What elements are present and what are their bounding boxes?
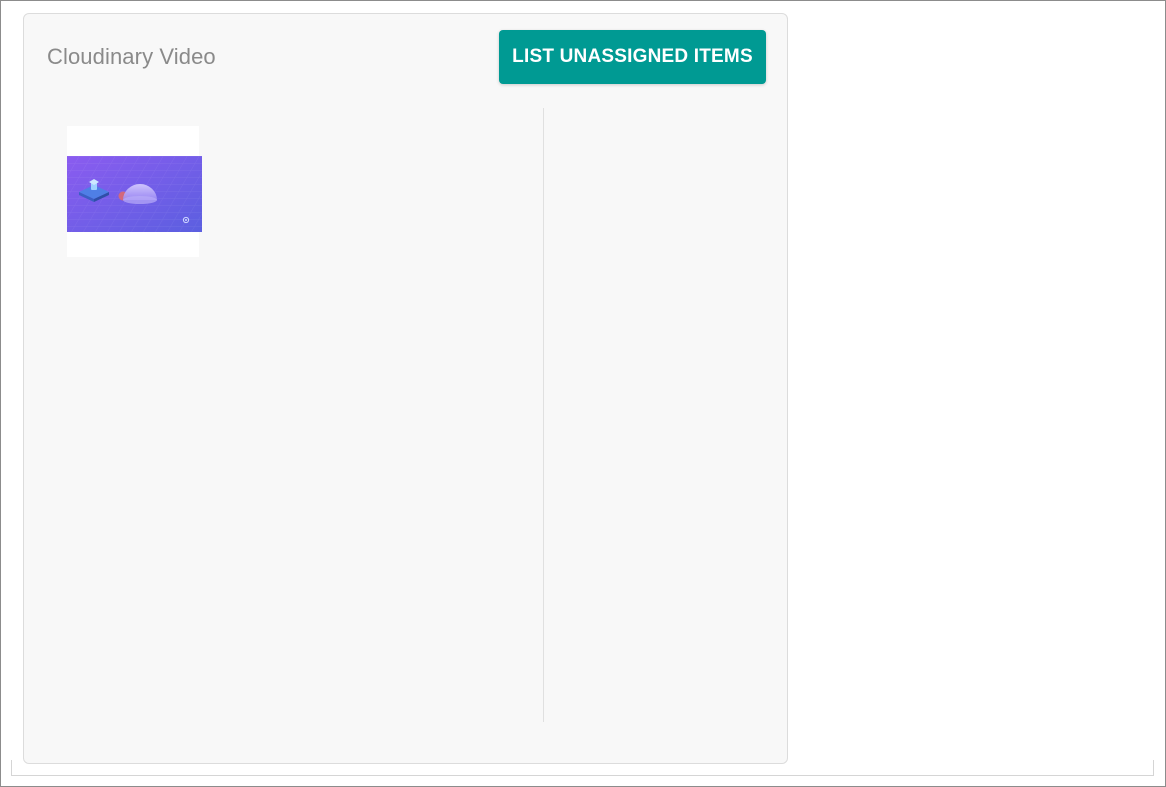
cloudinary-video-panel: Cloudinary Video LIST UNASSIGNED ITEMS xyxy=(23,13,788,764)
video-thumbnail-card[interactable] xyxy=(67,126,202,257)
video-thumbnail-icon xyxy=(67,156,202,232)
panel-title: Cloudinary Video xyxy=(47,44,216,69)
column-divider xyxy=(543,108,544,722)
list-unassigned-items-button[interactable]: LIST UNASSIGNED ITEMS xyxy=(499,30,766,84)
